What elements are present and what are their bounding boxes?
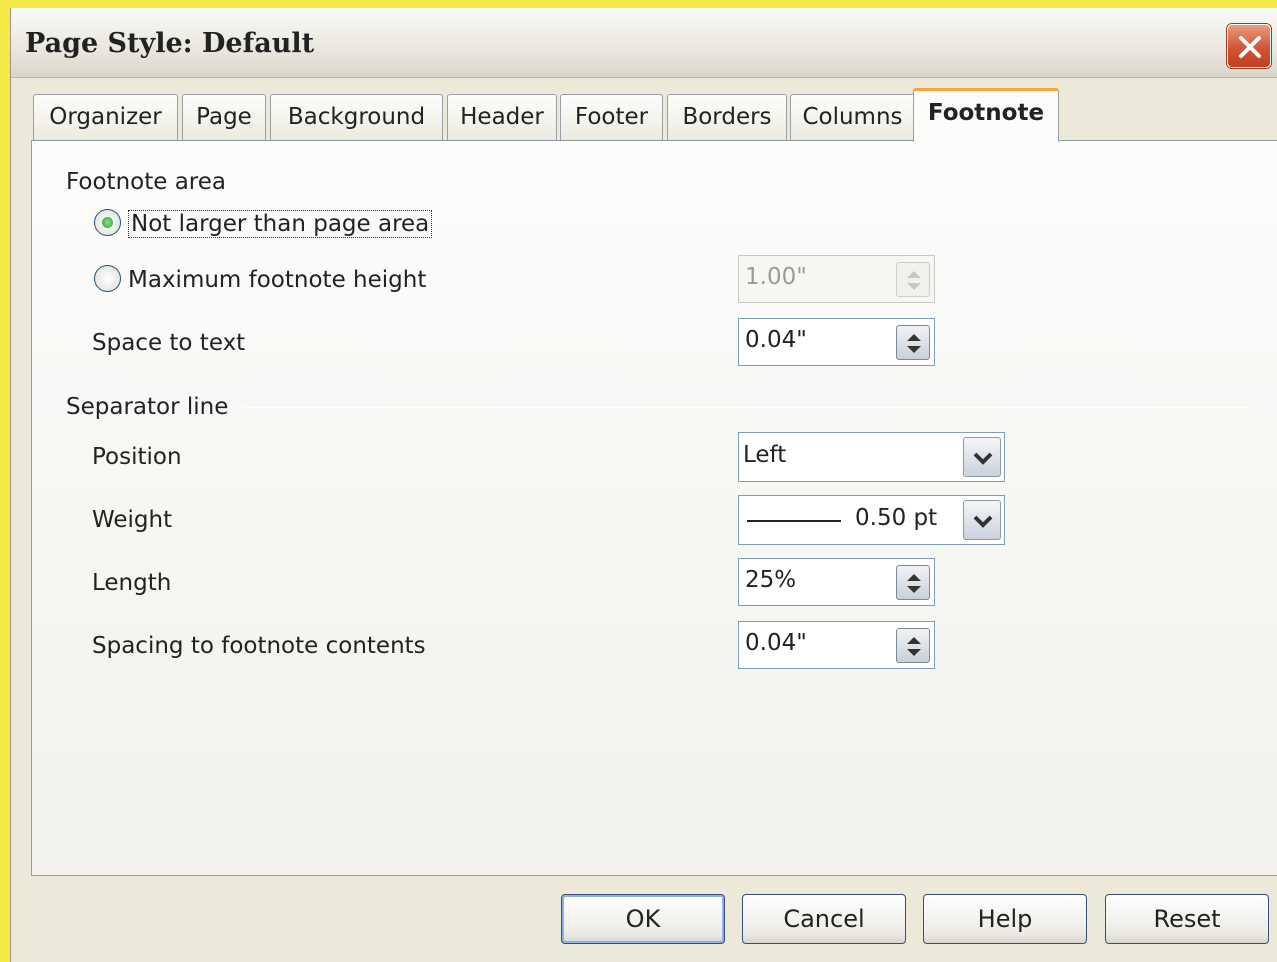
help-button[interactable]: Help [923, 894, 1087, 944]
tab-footer[interactable]: Footer [560, 94, 663, 140]
spin-arrows-icon[interactable] [896, 628, 930, 663]
page-style-dialog: Page Style: Default Organizer Page Backg… [10, 8, 1277, 962]
spacing-value[interactable]: 0.04" [745, 630, 807, 656]
footnote-area-heading: Footnote area [66, 169, 226, 195]
tab-footnote[interactable]: Footnote [913, 88, 1059, 142]
space-to-text-label: Space to text [92, 330, 246, 356]
position-select[interactable]: Left [738, 432, 1005, 482]
radio-maximum-footnote-height[interactable]: Maximum footnote height [94, 265, 427, 294]
length-label: Length [92, 570, 172, 596]
separator-line-divider [242, 407, 1247, 408]
footnote-area-divider [244, 182, 1247, 183]
length-field[interactable]: 25% [738, 558, 935, 606]
space-to-text-value[interactable]: 0.04" [745, 327, 807, 353]
radio-dot-icon [102, 217, 113, 228]
radio-max-height-label: Maximum footnote height [128, 267, 427, 293]
cancel-button[interactable]: Cancel [742, 894, 906, 944]
close-icon [1239, 36, 1261, 58]
ok-button[interactable]: OK [561, 894, 725, 944]
position-value: Left [743, 442, 787, 468]
chevron-down-icon[interactable] [963, 500, 1001, 540]
close-button[interactable] [1227, 24, 1271, 68]
separator-line-heading: Separator line [66, 394, 229, 420]
dialog-title: Page Style: Default [25, 28, 315, 59]
tab-borders[interactable]: Borders [667, 94, 787, 140]
spin-arrows-icon[interactable] [896, 325, 930, 360]
tab-organizer[interactable]: Organizer [33, 94, 178, 140]
weight-select[interactable]: 0.50 pt [738, 495, 1005, 545]
weight-label: Weight [92, 507, 173, 533]
radio-not-larger-label: Not larger than page area [128, 210, 433, 238]
max-footnote-height-field: 1.00" [738, 255, 935, 303]
max-footnote-height-value: 1.00" [745, 264, 807, 290]
spin-arrows-icon [896, 262, 930, 297]
tab-columns[interactable]: Columns [790, 94, 915, 140]
footnote-tab-panel: Footnote area Not larger than page area … [31, 140, 1277, 876]
title-bar[interactable]: Page Style: Default [11, 8, 1277, 78]
spacing-label: Spacing to footnote contents [92, 633, 426, 659]
radio-button-selected[interactable] [94, 209, 121, 236]
tab-page[interactable]: Page [182, 94, 266, 140]
spin-arrows-icon[interactable] [896, 565, 930, 600]
spacing-to-footnote-field[interactable]: 0.04" [738, 621, 935, 669]
length-value[interactable]: 25% [745, 567, 796, 593]
chevron-down-icon[interactable] [963, 437, 1001, 477]
weight-value: 0.50 pt [855, 505, 938, 531]
tab-header[interactable]: Header [447, 94, 557, 140]
space-to-text-field[interactable]: 0.04" [738, 318, 935, 366]
line-weight-preview [747, 520, 841, 522]
tab-background[interactable]: Background [270, 94, 443, 140]
radio-not-larger-than-page[interactable]: Not larger than page area [94, 209, 433, 238]
position-label: Position [92, 444, 182, 470]
radio-button[interactable] [94, 265, 121, 292]
reset-button[interactable]: Reset [1105, 894, 1269, 944]
